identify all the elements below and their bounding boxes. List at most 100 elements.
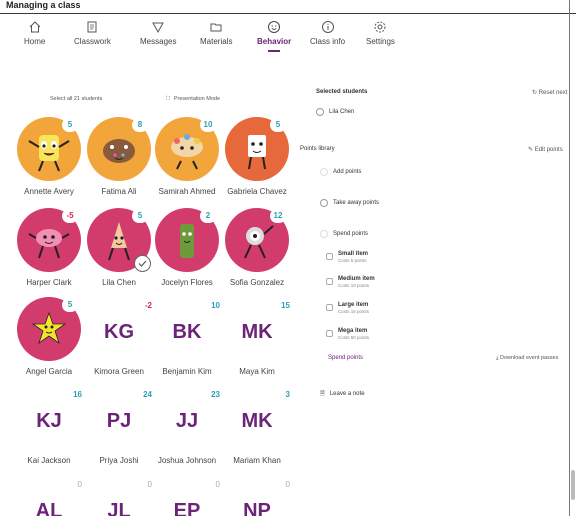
- student-card[interactable]: AL 0: [12, 476, 86, 516]
- leave-note-label: Leave a note: [329, 391, 365, 397]
- points-badge: 15: [281, 301, 290, 310]
- student-avatar: 10: [155, 117, 219, 181]
- selected-student-chip[interactable]: Lila Chen: [316, 108, 354, 116]
- student-card[interactable]: 8 Fatima Ali: [82, 117, 156, 197]
- nav-behavior[interactable]: Behavior: [257, 20, 291, 52]
- nav-messages[interactable]: Messages: [140, 20, 176, 46]
- student-card[interactable]: 10 Samirah Ahmed: [150, 117, 224, 197]
- reward-item-mega[interactable]: Mega item Costs 50 points: [326, 328, 369, 340]
- student-card[interactable]: 2 Jocelyn Flores: [150, 208, 224, 288]
- reward-cost: Costs 15 points: [338, 309, 370, 314]
- initials-text: PJ: [106, 410, 132, 432]
- classwork-icon: [87, 21, 97, 33]
- selected-students-heading: Selected students: [316, 89, 368, 95]
- student-card[interactable]: EP 0: [150, 476, 224, 516]
- info-icon: [321, 21, 334, 33]
- student-name: Maya Kim: [239, 367, 275, 376]
- reward-title: Large item: [338, 302, 369, 308]
- spend-icon: [320, 230, 328, 238]
- points-badge: -5: [62, 209, 78, 223]
- active-tab-indicator: [268, 50, 281, 52]
- folder-icon: [210, 23, 222, 32]
- presentation-mode-button[interactable]: ⛶ Presentation Mode: [166, 96, 220, 103]
- nav-class-info[interactable]: Class info: [310, 20, 345, 46]
- reward-item-large[interactable]: Large item Costs 15 points: [326, 302, 370, 314]
- student-initials: MK 3: [220, 386, 294, 450]
- nav-home-label: Home: [24, 37, 46, 46]
- page-title: Managing a class: [6, 0, 81, 10]
- scrollbar-thumb[interactable]: [571, 470, 575, 500]
- take-away-points-button[interactable]: Take away points: [320, 199, 379, 207]
- student-card[interactable]: 5 Angel Garcia: [12, 297, 86, 377]
- initials-text: KG: [104, 321, 134, 343]
- checkmark-icon: [138, 260, 147, 267]
- reset-label: Reset next: [538, 90, 568, 96]
- edit-points-button[interactable]: ✎ Edit points: [528, 146, 563, 153]
- gear-icon: [374, 21, 386, 33]
- student-card[interactable]: NP 0: [220, 476, 294, 516]
- student-card[interactable]: PJ 24 Priya Joshi: [82, 386, 156, 466]
- nav-materials[interactable]: Materials: [200, 20, 232, 46]
- student-name: Priya Joshi: [99, 456, 139, 465]
- minus-icon: [320, 199, 328, 207]
- reward-item-medium[interactable]: Medium item Costs 10 points: [326, 276, 375, 288]
- student-card[interactable]: -5 Harper Clark: [12, 208, 86, 288]
- nav-messages-label: Messages: [140, 37, 177, 46]
- download-passes-button[interactable]: ⤓ Download event passes: [496, 355, 558, 362]
- student-card[interactable]: KG -2 Kimora Green: [82, 297, 156, 377]
- student-card[interactable]: MK 15 Maya Kim: [220, 297, 294, 377]
- add-points-label: Add points: [333, 169, 362, 175]
- student-name: Jocelyn Flores: [161, 278, 213, 287]
- spend-points-link[interactable]: Spend points: [328, 355, 363, 361]
- student-name: Samirah Ahmed: [158, 187, 216, 196]
- scrollbar[interactable]: [569, 0, 576, 516]
- points-badge: 8: [132, 118, 148, 132]
- points-badge: 12: [270, 209, 286, 223]
- add-points-button[interactable]: Add points: [320, 168, 361, 176]
- window-titlebar: Managing a class: [0, 0, 576, 14]
- initials-text: BK: [172, 321, 202, 343]
- student-initials: AL 0: [12, 476, 86, 516]
- student-card[interactable]: 5 Annette Avery: [12, 117, 86, 197]
- student-card[interactable]: KJ 16 Kai Jackson: [12, 386, 86, 466]
- student-initials: JJ 23: [150, 386, 224, 450]
- student-initials: KG -2: [82, 297, 156, 361]
- initials-text: NP: [243, 500, 271, 516]
- student-avatar: 5: [87, 208, 151, 272]
- student-card[interactable]: 12 Sofia Gonzalez: [220, 208, 294, 288]
- nav-classwork[interactable]: Classwork: [74, 20, 111, 46]
- student-card[interactable]: MK 3 Mariam Khan: [220, 386, 294, 466]
- student-card[interactable]: 5 Lila Chen: [82, 208, 156, 288]
- points-badge: 5: [132, 209, 148, 223]
- nav-class-info-label: Class info: [310, 37, 346, 46]
- reward-item-small[interactable]: Small item Costs 5 points: [326, 251, 368, 263]
- student-card[interactable]: BK 10 Benjamin Kim: [150, 297, 224, 377]
- select-all-button[interactable]: Select all 21 students: [50, 96, 102, 102]
- student-initials: KJ 16: [12, 386, 86, 450]
- edit-points-label: Edit points: [534, 147, 563, 153]
- student-card[interactable]: 5 Gabriela Chavez: [220, 117, 294, 197]
- reward-title: Mega item: [338, 328, 368, 334]
- nav-settings[interactable]: Settings: [366, 20, 395, 46]
- student-name: Fatima Ali: [101, 187, 137, 196]
- reset-button[interactable]: ↻ Reset next: [532, 89, 567, 96]
- student-card[interactable]: JJ 23 Joshua Johnson: [150, 386, 224, 466]
- leave-note-button[interactable]: 🗎 Leave a note: [320, 389, 365, 399]
- student-name: Harper Clark: [26, 278, 72, 287]
- points-badge: 3: [285, 390, 290, 399]
- student-initials: BK 10: [150, 297, 224, 361]
- nav-settings-label: Settings: [366, 37, 395, 46]
- student-name: Benjamin Kim: [162, 367, 212, 376]
- spend-points-section[interactable]: Spend points: [320, 230, 368, 238]
- student-avatar: -5: [17, 208, 81, 272]
- student-card[interactable]: JL 0: [82, 476, 156, 516]
- initials-text: AL: [35, 500, 63, 516]
- reward-cost: Costs 5 points: [338, 258, 367, 263]
- presentation-icon: ⛶: [166, 96, 170, 102]
- student-initials: PJ 24: [82, 386, 156, 450]
- reset-icon: ↻: [532, 90, 539, 96]
- nav-materials-label: Materials: [200, 37, 233, 46]
- nav-home[interactable]: Home: [24, 20, 45, 46]
- student-name: Gabriela Chavez: [227, 187, 287, 196]
- note-icon: 🗎: [320, 391, 325, 397]
